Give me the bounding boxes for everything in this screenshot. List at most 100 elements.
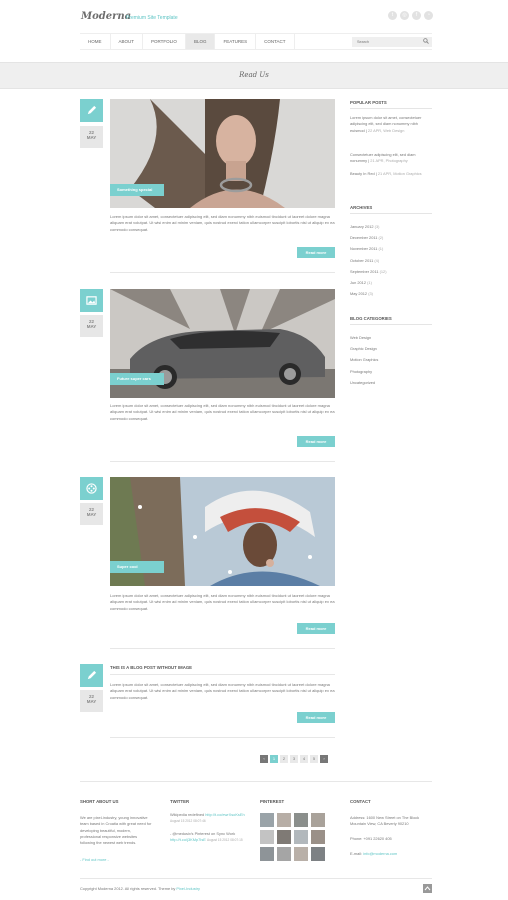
blog-categories-title: BLOG CATEGORIES bbox=[350, 316, 432, 325]
pagination-page[interactable]: 5 bbox=[310, 755, 318, 763]
social-links: t ◎ f ◔ bbox=[388, 11, 433, 20]
post-type-pencil-icon bbox=[80, 664, 103, 687]
post-type-image-icon bbox=[80, 289, 103, 312]
read-more-button[interactable]: Read more bbox=[297, 247, 335, 258]
search-input[interactable] bbox=[352, 37, 432, 47]
post-divider bbox=[110, 648, 335, 649]
post-date: 22 MAY bbox=[80, 126, 103, 148]
post-title[interactable]: THIS IS A BLOG POST WITHOUT IMAGE bbox=[110, 665, 192, 670]
pagination-next[interactable]: › bbox=[320, 755, 328, 763]
post-label[interactable]: Super cool bbox=[110, 561, 164, 573]
post-type-film-icon bbox=[80, 477, 103, 500]
post-date: 22 MAY bbox=[80, 690, 103, 712]
pinterest-thumb[interactable] bbox=[311, 847, 325, 861]
archive-item[interactable]: October 2011 (4) bbox=[350, 255, 432, 266]
tweet: - @medusix's Pinterest on Sync Work http… bbox=[170, 831, 243, 843]
site-logo[interactable]: Moderna bbox=[81, 11, 131, 22]
page-title: Read Us bbox=[239, 71, 269, 79]
nav-item-portfolio[interactable]: PORTFOLIO bbox=[143, 34, 186, 49]
archives-title: ARCHIVES bbox=[350, 205, 432, 214]
twitter-icon[interactable]: t bbox=[388, 11, 397, 20]
pinterest-thumb[interactable] bbox=[294, 847, 308, 861]
nav-item-contact[interactable]: CONTACT bbox=[256, 34, 295, 49]
email-link[interactable]: info@moderna.com bbox=[363, 851, 397, 856]
category-item[interactable]: Graphic Design bbox=[350, 343, 432, 354]
post-divider bbox=[110, 272, 335, 273]
footer-about-title: SHORT ABOUT US bbox=[80, 799, 119, 804]
page-title-bar: Read Us bbox=[0, 62, 508, 89]
post-divider bbox=[110, 737, 335, 738]
archive-item[interactable]: January 2012 (3) bbox=[350, 221, 432, 232]
post-date: 22 MAY bbox=[80, 503, 103, 525]
back-to-top-button[interactable] bbox=[423, 884, 432, 893]
copyright-divider bbox=[80, 878, 432, 879]
pinterest-grid bbox=[260, 813, 325, 861]
search-icon[interactable] bbox=[423, 38, 429, 44]
post-label[interactable]: Future super cars bbox=[110, 373, 164, 385]
tweet-link[interactable]: http://t.co/ewrXsoKsEh bbox=[205, 812, 244, 817]
facebook-icon[interactable]: f bbox=[412, 11, 421, 20]
pagination-page[interactable]: 3 bbox=[290, 755, 298, 763]
read-more-button[interactable]: Read more bbox=[297, 623, 335, 634]
tweet-link[interactable]: http://t.co/j3KMp7IsE bbox=[170, 837, 206, 842]
popular-posts-title: POPULAR POSTS bbox=[350, 100, 432, 109]
read-more-button[interactable]: Read more bbox=[297, 436, 335, 447]
categories-list: Web Design Graphic Design Motion Graphic… bbox=[350, 332, 432, 388]
main-navigation: HOME ABOUT PORTFOLIO BLOG FEATURES CONTA… bbox=[80, 33, 432, 50]
footer-pinterest-title: PINTEREST bbox=[260, 799, 285, 804]
footer-contact-title: CONTACT bbox=[350, 799, 371, 804]
tweet: Wikipedia redefined http://t.co/ewrXsoKs… bbox=[170, 812, 245, 824]
nav-item-blog[interactable]: BLOG bbox=[185, 34, 216, 49]
archives-list: January 2012 (3) December 2011 (2) Novem… bbox=[350, 221, 432, 299]
post-type-pencil-icon bbox=[80, 99, 103, 122]
pinterest-thumb[interactable] bbox=[260, 830, 274, 844]
post-date: 22 MAY bbox=[80, 315, 103, 337]
pagination-page[interactable]: 1 bbox=[270, 755, 278, 763]
popular-post-item[interactable]: Beauty In Red | 21 APR, Motion Graphics bbox=[350, 171, 432, 177]
dribbble-icon[interactable]: ◎ bbox=[400, 11, 409, 20]
pagination-page[interactable]: 4 bbox=[300, 755, 308, 763]
nav-item-about[interactable]: ABOUT bbox=[111, 34, 144, 49]
read-more-button[interactable]: Read more bbox=[297, 712, 335, 723]
find-out-more-link[interactable]: - Find out more - bbox=[80, 857, 109, 863]
pagination: ‹ 1 2 3 4 5 › bbox=[260, 755, 328, 763]
pinterest-thumb[interactable] bbox=[277, 847, 291, 861]
category-item[interactable]: Photography bbox=[350, 366, 432, 377]
category-item[interactable]: Motion Graphics bbox=[350, 354, 432, 365]
popular-post-item[interactable]: Consectetuer adipiscing elit, sed diam n… bbox=[350, 152, 432, 165]
archive-item[interactable]: November 2011 (1) bbox=[350, 243, 432, 254]
category-item[interactable]: Uncategorized bbox=[350, 377, 432, 388]
footer-twitter-title: TWITTER bbox=[170, 799, 190, 804]
post-excerpt: Lorem ipsum dolor sit amet, consectetuer… bbox=[110, 593, 335, 611]
pinterest-thumb[interactable] bbox=[277, 830, 291, 844]
chevron-up-icon bbox=[424, 886, 431, 891]
archive-item[interactable]: Jun 2012 (1) bbox=[350, 277, 432, 288]
contact-address: Address: 1600 New Street on The Block Mo… bbox=[350, 815, 420, 827]
nav-item-home[interactable]: HOME bbox=[80, 34, 111, 49]
post-excerpt: Lorem ipsum dolor sit amet, consectetuer… bbox=[110, 682, 335, 700]
category-item[interactable]: Web Design bbox=[350, 332, 432, 343]
pagination-page[interactable]: 2 bbox=[280, 755, 288, 763]
post-divider bbox=[110, 461, 335, 462]
pinterest-thumb[interactable] bbox=[311, 813, 325, 827]
pinterest-thumb[interactable] bbox=[260, 813, 274, 827]
pinterest-thumb[interactable] bbox=[311, 830, 325, 844]
post-label[interactable]: Something special bbox=[110, 184, 164, 196]
post-title-divider bbox=[110, 674, 335, 675]
pinterest-thumb[interactable] bbox=[260, 847, 274, 861]
footer-about-text: We are pixel-industry, young innovative … bbox=[80, 815, 152, 846]
rss-icon[interactable]: ◔ bbox=[424, 11, 433, 20]
archive-item[interactable]: May 2012 (3) bbox=[350, 288, 432, 299]
post-excerpt: Lorem ipsum dolor sit amet, consectetuer… bbox=[110, 214, 335, 232]
author-link[interactable]: Pixel-Industry bbox=[176, 886, 200, 891]
popular-post-item[interactable]: Lorem ipsum dolor sit amet, consectetuer… bbox=[350, 115, 432, 134]
pagination-prev[interactable]: ‹ bbox=[260, 755, 268, 763]
archive-item[interactable]: September 2011 (12) bbox=[350, 266, 432, 277]
nav-item-features[interactable]: FEATURES bbox=[215, 34, 257, 49]
pinterest-thumb[interactable] bbox=[277, 813, 291, 827]
footer-divider bbox=[80, 781, 432, 782]
archive-item[interactable]: December 2011 (2) bbox=[350, 232, 432, 243]
contact-email: E-mail: info@moderna.com bbox=[350, 851, 398, 856]
pinterest-thumb[interactable] bbox=[294, 830, 308, 844]
pinterest-thumb[interactable] bbox=[294, 813, 308, 827]
